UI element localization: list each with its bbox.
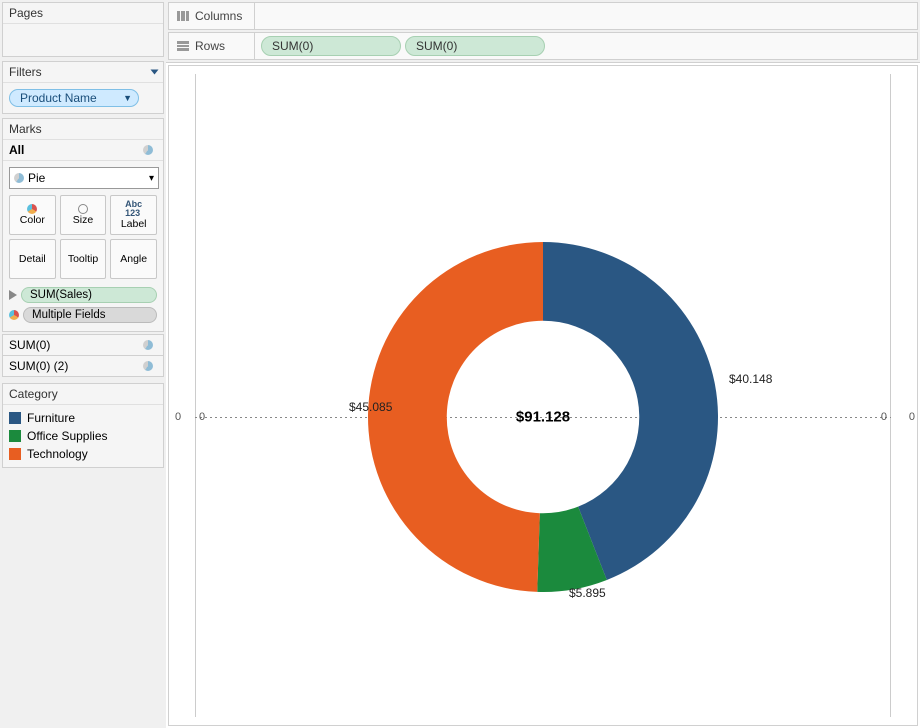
legend-item-technology[interactable]: Technology: [3, 445, 163, 463]
mark-card-label: Size: [73, 214, 93, 226]
color-glyph-icon: [9, 310, 19, 320]
filters-header[interactable]: Filters: [3, 62, 163, 83]
chevron-down-icon: ▾: [149, 173, 154, 184]
slice-label-technology: $45.085: [349, 400, 392, 414]
mark-card-label: Color: [20, 214, 45, 226]
filters-label: Filters: [9, 65, 42, 79]
pages-body[interactable]: [3, 24, 163, 56]
legend-swatch: [9, 430, 21, 442]
filter-pill-label: Product Name: [20, 91, 97, 105]
chevron-down-icon: [151, 70, 159, 75]
pages-panel: Pages: [2, 2, 164, 57]
pages-label: Pages: [9, 6, 43, 20]
columns-label-text: Columns: [195, 9, 242, 23]
category-label: Category: [9, 387, 58, 401]
label-glyph-icon: [9, 290, 17, 300]
sum0-label: SUM(0): [9, 338, 50, 352]
columns-icon: [177, 11, 189, 21]
row-pill-label: SUM(0): [272, 39, 313, 53]
legend-label: Furniture: [27, 411, 75, 425]
legend-item-office-supplies[interactable]: Office Supplies: [3, 427, 163, 445]
sidebar: Pages Filters Product Name ▼ Marks All: [0, 0, 166, 728]
legend-body: Furniture Office Supplies Technology: [3, 405, 163, 467]
marks-sum0-row[interactable]: SUM(0): [2, 334, 164, 356]
rows-icon: [177, 41, 189, 51]
slice-label-furniture: $40.148: [729, 372, 772, 386]
marks-label: Marks: [9, 122, 42, 136]
marks-header: Marks: [3, 119, 163, 140]
pie-icon: [143, 361, 153, 371]
mark-card-detail[interactable]: Detail: [9, 239, 56, 279]
mark-pill-multiple[interactable]: Multiple Fields: [23, 307, 157, 323]
slice-label-office: $5.895: [569, 586, 606, 600]
legend-label: Technology: [27, 447, 88, 461]
rows-pills: SUM(0) SUM(0): [255, 36, 545, 56]
mark-card-tooltip[interactable]: Tooltip: [60, 239, 107, 279]
mark-card-label: Angle: [120, 253, 147, 265]
mark-pill-sumsales-row: SUM(Sales): [3, 285, 163, 305]
axis-right-tick: 0: [881, 411, 887, 423]
app-root: Pages Filters Product Name ▼ Marks All: [0, 0, 920, 728]
sum0-2-label: SUM(0) (2): [9, 359, 68, 373]
mark-pill-multiple-row: Multiple Fields: [3, 305, 163, 325]
rows-shelf[interactable]: Rows SUM(0) SUM(0): [168, 32, 918, 60]
mark-card-color[interactable]: Color: [9, 195, 56, 235]
pie-icon: [143, 340, 153, 350]
mark-card-label: Label: [121, 218, 147, 230]
donut-center-label: $91.128: [516, 409, 570, 426]
mark-card-angle[interactable]: Angle: [110, 239, 157, 279]
mark-card-label[interactable]: Abc123Label: [110, 195, 157, 235]
marks-type-select[interactable]: Pie ▾: [9, 167, 159, 189]
mark-card-label: Tooltip: [68, 253, 98, 265]
filter-pill-product-name[interactable]: Product Name ▼: [9, 89, 139, 107]
mark-card-label: Detail: [19, 253, 46, 265]
marks-sum0-2-row[interactable]: SUM(0) (2): [2, 356, 164, 377]
mark-pill-sumsales[interactable]: SUM(Sales): [21, 287, 157, 303]
filters-body: Product Name ▼: [3, 83, 163, 113]
mark-cards: Color Size Abc123Label Detail Tooltip An…: [3, 195, 163, 285]
filters-panel: Filters Product Name ▼: [2, 61, 164, 114]
pages-header: Pages: [3, 3, 163, 24]
main-area: Columns Rows SUM(0) SUM(0): [166, 0, 920, 728]
marks-panel: Marks All Pie ▾ Color Size Abc123Label D…: [2, 118, 164, 332]
color-icon: [27, 204, 37, 214]
rows-label-text: Rows: [195, 39, 225, 53]
marks-type-label: Pie: [28, 171, 45, 185]
category-header: Category: [3, 384, 163, 405]
axis-left-value: 0: [175, 411, 181, 423]
legend-swatch: [9, 448, 21, 460]
size-icon: [78, 204, 88, 214]
axis-right-value: 0: [909, 411, 915, 423]
axis-left-tick: 0: [199, 411, 205, 423]
marks-all-label: All: [9, 143, 24, 157]
label-icon: Abc123: [125, 200, 142, 218]
pie-icon: [143, 145, 153, 155]
legend-label: Office Supplies: [27, 429, 108, 443]
category-legend-panel: Category Furniture Office Supplies Techn…: [2, 383, 164, 468]
chevron-down-icon: ▼: [123, 93, 132, 103]
pie-icon: [14, 173, 24, 183]
row-pill-label: SUM(0): [416, 39, 457, 53]
row-pill-sum0-1[interactable]: SUM(0): [261, 36, 401, 56]
columns-shelf[interactable]: Columns: [168, 2, 918, 30]
legend-item-furniture[interactable]: Furniture: [3, 409, 163, 427]
row-pill-sum0-2[interactable]: SUM(0): [405, 36, 545, 56]
mark-card-size[interactable]: Size: [60, 195, 107, 235]
columns-shelf-label: Columns: [169, 3, 255, 29]
marks-all-row[interactable]: All: [3, 140, 163, 161]
shelves: Columns Rows SUM(0) SUM(0): [166, 0, 920, 63]
rows-shelf-label: Rows: [169, 33, 255, 59]
viz-canvas[interactable]: 0 0 0 0 $91.128 $40.148 $5.895 $45.085: [168, 65, 918, 726]
legend-swatch: [9, 412, 21, 424]
